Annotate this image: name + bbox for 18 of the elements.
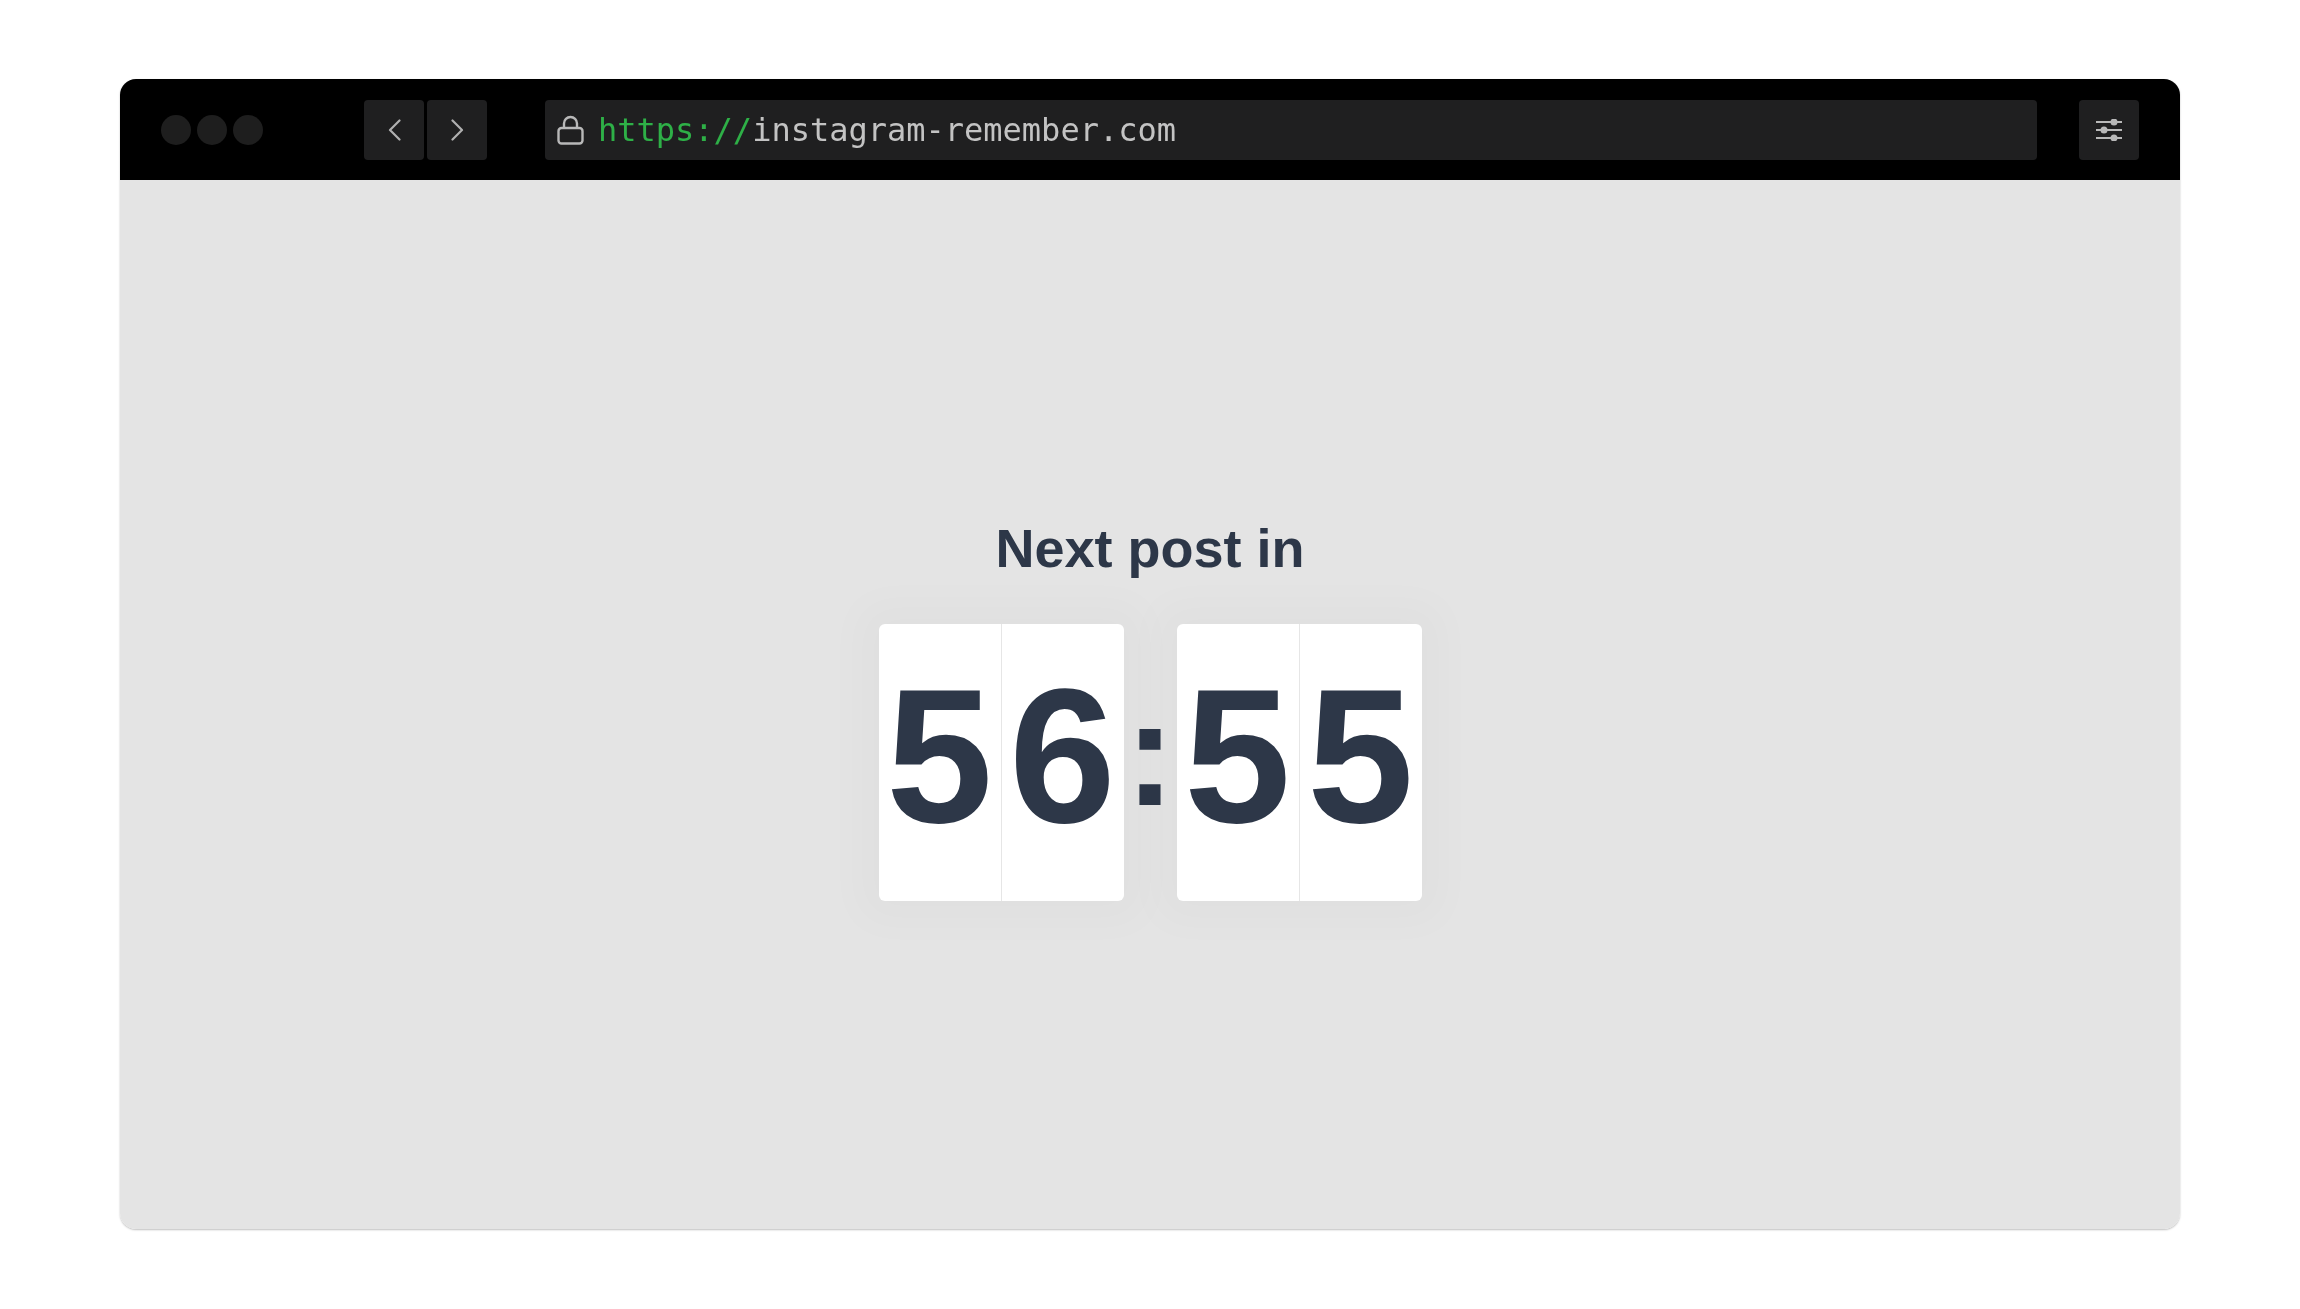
countdown-digit: 6 bbox=[1000, 624, 1124, 901]
time-separator: : bbox=[1124, 677, 1176, 828]
chevron-left-icon bbox=[387, 118, 401, 141]
countdown-digit: 5 bbox=[1298, 624, 1422, 901]
window-control-icon[interactable] bbox=[233, 114, 263, 145]
lock-icon bbox=[557, 114, 584, 145]
back-button[interactable] bbox=[364, 99, 424, 160]
chevron-right-icon bbox=[450, 118, 464, 141]
window-control-icon[interactable] bbox=[197, 114, 227, 145]
countdown-digit: 5 bbox=[885, 646, 994, 865]
window-control-icon[interactable] bbox=[161, 114, 191, 145]
countdown-digit: 5 bbox=[1183, 646, 1292, 865]
address-bar[interactable]: https://instagram-remember.com bbox=[545, 99, 2037, 160]
sliders-icon bbox=[2095, 118, 2123, 141]
forward-button[interactable] bbox=[427, 99, 487, 160]
countdown-title: Next post in bbox=[995, 517, 1305, 580]
settings-button[interactable] bbox=[2079, 99, 2139, 160]
url-text: https://instagram-remember.com bbox=[598, 110, 1176, 149]
